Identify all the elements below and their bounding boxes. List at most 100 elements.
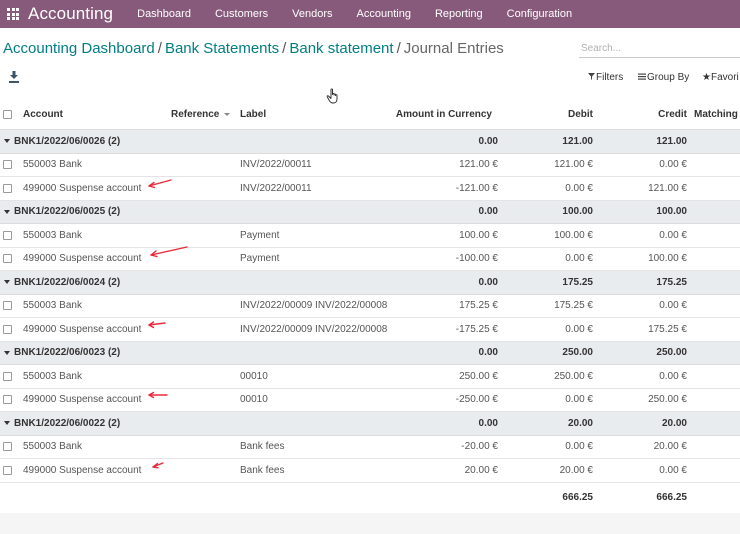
cell-amount-in-currency: -20.00 € [461,441,498,453]
table-row[interactable]: 550003 Bank Bank fees -20.00 € 0.00 € 20.00 … [0,436,740,459]
row-checkbox[interactable] [3,254,12,264]
cell-debit: 250.00 € [554,370,593,382]
table-row[interactable]: 550003 Bank 00010 250.00 € 250.00 € 0.00 € [0,365,740,389]
breadcrumb-journal-entries: Journal Entries [403,40,504,57]
cell-debit: 0.00 € [565,441,593,453]
column-matching[interactable]: Matching [694,100,738,129]
group-row[interactable]: BNK1/2022/06/0022 (2) 0.00 20.00 20.00 [0,412,740,436]
group-amount: 0.00 [478,276,498,288]
table-row[interactable]: 499000 Suspense account INV/2022/00009 IN… [0,318,740,342]
table-header-row: Account Reference Label Amount in Curren… [0,100,740,130]
nav-customers[interactable]: Customers [203,8,280,20]
row-checkbox[interactable] [3,371,12,381]
cell-label: INV/2022/00009 INV/2022/00008 [240,323,388,335]
column-debit[interactable]: Debit [520,100,593,129]
cell-debit: 175.25 € [554,300,593,312]
search-input[interactable] [579,39,740,58]
nav-dashboard[interactable]: Dashboard [125,8,203,20]
total-debit: 666.25 [562,491,593,503]
cell-amount-in-currency: 121.00 € [459,159,498,171]
column-reference[interactable]: Reference [171,100,231,129]
group-amount: 0.00 [478,417,498,429]
group-row[interactable]: BNK1/2022/06/0026 (2) 0.00 121.00 121.00 [0,130,740,154]
cell-account: 550003 Bank [23,159,82,171]
table-row[interactable]: 550003 Bank INV/2022/00009 INV/2022/00008… [0,295,740,318]
group-label: BNK1/2022/06/0023 (2) [14,347,121,359]
cell-amount-in-currency: -175.25 € [455,323,498,335]
table-row[interactable]: 499000 Suspense account INV/2022/00011 -12… [0,177,740,201]
breadcrumb-accounting-dashboard[interactable]: Accounting Dashboard [3,40,155,57]
breadcrumb-separator: / [282,40,287,57]
cell-credit: 0.00 € [659,464,687,476]
apps-menu-icon[interactable] [0,0,26,28]
cell-label: INV/2022/00009 INV/2022/00008 [240,300,388,312]
cell-label: Payment [240,229,280,241]
group-debit: 250.00 [562,347,593,359]
group-row[interactable]: BNK1/2022/06/0024 (2) 0.00 175.25 175.25 [0,271,740,295]
caret-down-icon [4,421,10,426]
row-checkbox[interactable] [3,324,12,334]
cell-credit: 121.00 € [648,182,687,194]
nav-reporting[interactable]: Reporting [423,8,495,20]
row-checkbox[interactable] [3,183,12,193]
cell-credit: 20.00 € [653,441,687,453]
row-checkbox[interactable] [3,442,12,452]
group-debit: 100.00 [562,206,593,218]
breadcrumb-separator: / [396,40,401,57]
favorites-button[interactable]: ★Favori [702,72,739,83]
table-row[interactable]: 499000 Suspense account Payment -100.00 € 0… [0,245,740,271]
red-arrow-annotation-icon [148,321,166,329]
column-label[interactable]: Label [240,100,266,129]
cell-label: INV/2022/00011 [240,159,312,171]
cell-label: Bank fees [240,441,285,453]
column-amount-in-currency[interactable]: Amount in Currency [380,100,492,129]
cell-label: Payment [240,253,280,265]
table-row[interactable]: 550003 Bank INV/2022/00011 121.00 € 121.00 … [0,154,740,177]
row-checkbox[interactable] [3,230,12,240]
download-icon[interactable] [9,71,19,83]
red-arrow-annotation-icon [148,391,168,398]
nav-configuration[interactable]: Configuration [495,8,584,20]
cell-amount-in-currency: -121.00 € [455,182,498,194]
group-label: BNK1/2022/06/0022 (2) [14,417,121,429]
nav-vendors[interactable]: Vendors [280,8,344,20]
red-arrow-annotation-icon [152,462,164,469]
cell-amount-in-currency: 20.00 € [464,464,498,476]
row-checkbox[interactable] [3,160,12,170]
row-checkbox[interactable] [3,465,12,475]
cell-amount-in-currency: 175.25 € [459,300,498,312]
group-by-button[interactable]: Group By [638,72,689,83]
breadcrumb-bank-statements[interactable]: Bank Statements [165,40,279,57]
cell-account: 499000 Suspense account [23,253,142,265]
group-row[interactable]: BNK1/2022/06/0023 (2) 0.00 250.00 250.00 [0,341,740,365]
cell-credit: 175.25 € [648,323,687,335]
cell-label: 00010 [240,394,268,406]
cell-account: 499000 Suspense account [23,323,142,335]
cell-debit: 0.00 € [565,253,593,265]
column-account[interactable]: Account [23,100,63,129]
cell-account: 550003 Bank [23,370,82,382]
app-name[interactable]: Accounting [28,4,113,24]
select-all-checkbox[interactable] [3,110,12,119]
cell-credit: 0.00 € [659,159,687,171]
breadcrumb-bank-statement[interactable]: Bank statement [289,40,393,57]
caret-down-icon [4,139,10,144]
cell-account: 499000 Suspense account [23,394,142,406]
group-credit: 121.00 [656,135,687,147]
table-row[interactable]: 550003 Bank Payment 100.00 € 100.00 € 0.00 € [0,224,740,248]
row-checkbox[interactable] [3,395,12,405]
group-row[interactable]: BNK1/2022/06/0025 (2) 0.00 100.00 100.00 [0,200,740,224]
footer-area [0,513,740,534]
table-row[interactable]: 499000 Suspense account Bank fees 20.00 € 2… [0,459,740,483]
table-row[interactable]: 499000 Suspense account 00010 -250.00 € 0.0… [0,389,740,412]
column-credit[interactable]: Credit [610,100,687,129]
search-box [579,38,740,58]
cell-amount-in-currency: 100.00 € [459,229,498,241]
cell-label: 00010 [240,370,268,382]
filters-button[interactable]: Filters [588,72,623,83]
row-checkbox[interactable] [3,301,12,311]
sort-caret-icon [224,113,231,116]
cell-account: 550003 Bank [23,300,82,312]
cell-account: 550003 Bank [23,441,82,453]
nav-accounting[interactable]: Accounting [345,8,423,20]
